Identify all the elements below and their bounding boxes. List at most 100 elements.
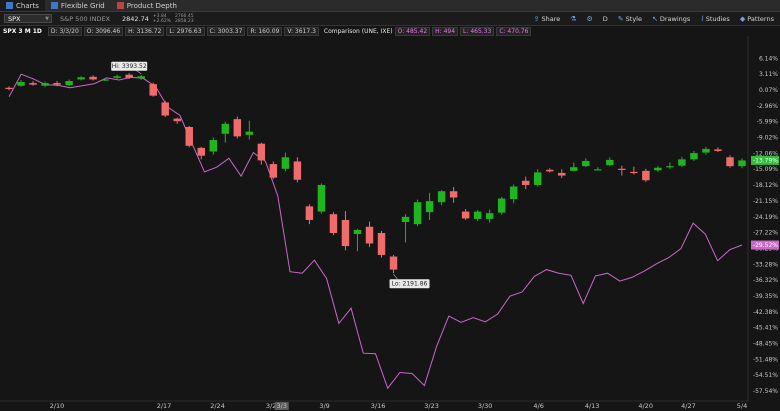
- candle-body: [666, 166, 674, 168]
- y-tick-label: -9.02%: [757, 135, 779, 142]
- x-tick-label: 2/24: [210, 402, 225, 410]
- brush-icon: ✎: [617, 14, 624, 23]
- comparison-high: H: 494: [432, 26, 459, 36]
- x-tick-label: 3/16: [371, 402, 386, 410]
- y-tick-label: -33.28%: [753, 261, 778, 268]
- x-tick-label: 3/3: [277, 402, 287, 410]
- comparison-label[interactable]: Comparison (UNE, IXE): [324, 28, 393, 35]
- candle-body: [546, 169, 554, 172]
- comparison-series: [8, 73, 743, 390]
- y-tick-label: -42.38%: [753, 309, 778, 316]
- candle-body: [269, 164, 278, 178]
- candle-body: [5, 87, 13, 89]
- tab-flexible-grid[interactable]: Flexible Grid: [45, 0, 111, 11]
- x-tick-label: 5/4: [737, 402, 747, 410]
- x-tick-label: 3/23: [424, 402, 439, 410]
- y-tick-label: -5.99%: [757, 119, 779, 126]
- legend-date: D: 3/3/20: [47, 26, 82, 36]
- period-button[interactable]: D: [603, 15, 608, 23]
- candle-body: [582, 160, 590, 167]
- candle-body: [113, 76, 121, 78]
- drawings-label: Drawings: [659, 14, 691, 23]
- chart-legend: SPX 3 M 1D D: 3/3/20 O: 3096.46 H: 3136.…: [0, 26, 780, 36]
- y-tick-label: 6.14%: [759, 55, 778, 62]
- candle-body: [485, 213, 494, 219]
- chart-annotations: Hi: 3393.52 Lo: 2191.86 -13.79% -29.52%: [111, 61, 779, 289]
- last-price: 2842.74: [122, 14, 149, 23]
- studies-button[interactable]: ⌇ Studies: [700, 15, 730, 23]
- x-tick-label: 3/2: [266, 402, 276, 410]
- y-tick-label: -39.35%: [753, 293, 778, 300]
- candle-body: [41, 83, 49, 86]
- pct-change: +2.62%: [152, 18, 171, 24]
- share-label: Share: [541, 14, 561, 23]
- y-tick-label: -45.41%: [753, 325, 778, 332]
- chart-toolbar: SPX ▼ S&P 500 INDEX 2842.74 +3.84 +2.62% 2…: [0, 12, 780, 26]
- price-chart[interactable]: 6.14%3.11%0.07%-2.96%-5.99%-9.02%-12.06%…: [0, 36, 780, 411]
- candle-body: [149, 84, 157, 96]
- candle-body: [293, 161, 302, 180]
- x-tick-label: 2/10: [50, 402, 65, 410]
- range-high: 2858.23: [174, 18, 194, 24]
- candle-body: [702, 148, 710, 153]
- candle-body: [449, 191, 458, 198]
- x-tick-label: 4/27: [681, 402, 696, 410]
- window-tab-bar: Charts Flexible Grid Product Depth: [0, 0, 780, 12]
- studies-label: Studies: [705, 14, 730, 23]
- candle-body: [53, 83, 61, 85]
- candle-body: [17, 82, 25, 86]
- range-low: 2766.45: [174, 13, 194, 19]
- patterns-button[interactable]: ◆ Patterns: [740, 15, 774, 23]
- candle-body: [317, 184, 326, 212]
- drawings-button[interactable]: ↖ Drawings: [652, 15, 690, 23]
- depth-icon: [116, 2, 124, 9]
- candle-body: [197, 147, 205, 156]
- x-axis: 2/10 2/17 2/24 3/2 3/3 3/9 3/16 3/23 3/30 4/6 4/13…: [0, 400, 748, 410]
- legend-range: R: 160.09: [247, 26, 283, 36]
- legend-close: C: 3003.37: [206, 26, 246, 36]
- style-button[interactable]: ✎ Style: [618, 15, 642, 23]
- style-label: Style: [625, 14, 642, 23]
- candle-body: [341, 219, 350, 247]
- settings-button[interactable]: ⚙: [586, 15, 592, 23]
- candle-body: [425, 201, 434, 213]
- candle-body: [413, 202, 422, 225]
- price-tag-label: -13.79%: [753, 157, 778, 164]
- candle-body: [377, 233, 386, 255]
- candle-body: [125, 74, 133, 78]
- candle-body: [726, 157, 734, 167]
- range-block: 2766.45 2858.23: [175, 14, 194, 24]
- legend-volume: V: 3617.3: [284, 26, 319, 36]
- candle-body: [461, 211, 470, 219]
- flask-button[interactable]: ⚗: [570, 15, 576, 23]
- y-tick-label: -18.12%: [753, 182, 778, 189]
- candle-body: [473, 211, 482, 219]
- candle-body: [329, 214, 338, 234]
- y-tick-label: -57.54%: [753, 388, 778, 395]
- patterns-label: Patterns: [747, 14, 774, 23]
- candle-body: [437, 191, 446, 203]
- candle-body: [305, 206, 314, 220]
- candle-body: [714, 149, 722, 151]
- candle-body: [365, 226, 374, 244]
- candle-body: [161, 102, 169, 116]
- cursor-icon: ↖: [651, 14, 658, 23]
- tab-product-depth[interactable]: Product Depth: [111, 0, 183, 11]
- symbol-input[interactable]: SPX ▼: [4, 14, 52, 23]
- legend-open: O: 3096.46: [83, 26, 124, 36]
- legend-low: L: 2976.63: [166, 26, 205, 36]
- tab-charts[interactable]: Charts: [0, 0, 45, 11]
- low-label: Lo: 2191.86: [392, 281, 428, 288]
- candle-body: [137, 76, 145, 79]
- legend-high: H: 3136.72: [125, 26, 165, 36]
- candle-body: [509, 186, 518, 200]
- candle-body: [570, 167, 578, 171]
- y-tick-label: -51.48%: [753, 356, 778, 363]
- x-tick-label: 4/20: [638, 402, 653, 410]
- candle-body: [521, 180, 530, 185]
- share-button[interactable]: ⇪ Share: [534, 15, 561, 23]
- chart-label: SPX 3 M 1D: [3, 27, 42, 35]
- low-marker-line: [393, 274, 398, 280]
- candle-body: [497, 198, 506, 213]
- y-tick-label: -15.09%: [753, 166, 778, 173]
